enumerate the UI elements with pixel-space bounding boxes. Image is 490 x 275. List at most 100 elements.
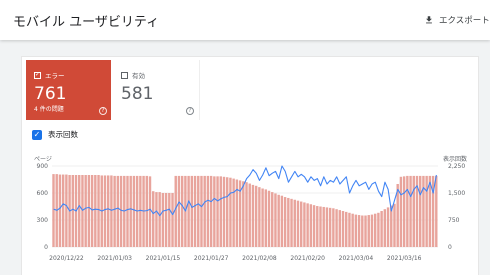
error-bar <box>290 198 293 247</box>
error-bar <box>129 175 132 247</box>
error-bar <box>222 176 226 247</box>
error-bar <box>155 192 158 247</box>
download-icon <box>426 16 432 24</box>
x-axis-tick: 2021/01/03 <box>97 255 132 262</box>
error-bar <box>370 214 374 247</box>
error-bar <box>71 175 75 247</box>
page-title: モバイル ユーザビリティ <box>13 15 160 30</box>
left-axis-tick: 900 <box>37 163 49 170</box>
error-bar <box>158 192 161 247</box>
error-bar <box>58 174 62 247</box>
report-card: ✓ エラー 761 4 件の問題 ? 有効 581 ? ✓ 表示回数 ページ 表… <box>22 57 478 275</box>
error-bar <box>335 209 338 247</box>
error-bar <box>274 193 277 247</box>
error-bar <box>148 176 152 247</box>
x-axis-tick: 2020/12/22 <box>49 255 84 262</box>
error-bar <box>312 205 316 247</box>
error-bar <box>245 182 248 247</box>
error-bar <box>132 175 136 247</box>
error-bar <box>193 175 197 247</box>
error-bar <box>197 175 200 247</box>
error-bar <box>393 203 396 247</box>
error-bar <box>213 176 216 247</box>
error-bar <box>103 175 107 247</box>
error-trend-chart: ページ 表示回数 0 300 600 900 0 750 1,500 2,250 2020/12… <box>34 155 467 262</box>
error-bar <box>190 175 194 247</box>
error-bar <box>161 193 165 247</box>
error-bar <box>306 203 309 247</box>
error-bar <box>168 193 171 247</box>
error-bar <box>209 175 213 247</box>
error-bar <box>180 175 184 247</box>
error-bar <box>409 175 412 247</box>
error-bar <box>412 175 415 247</box>
error-bar <box>113 175 116 247</box>
x-axis-tick: 2021/01/27 <box>194 255 229 262</box>
error-bar <box>287 197 290 247</box>
error-bar <box>242 181 245 247</box>
error-bar <box>65 174 68 247</box>
error-bar <box>119 175 123 247</box>
error-bar <box>251 184 255 247</box>
error-bar <box>78 175 81 247</box>
error-bar <box>338 210 341 247</box>
error-bar <box>309 204 313 247</box>
error-bar <box>177 175 181 247</box>
error-bar <box>351 213 354 247</box>
error-bar <box>399 176 403 247</box>
error-bar <box>386 207 390 247</box>
error-bar <box>145 175 148 247</box>
error-bar <box>361 215 364 247</box>
error-bar <box>328 207 332 247</box>
left-axis-tick: 0 <box>44 244 48 251</box>
error-bar <box>267 190 271 247</box>
error-bar <box>380 211 383 247</box>
error-bar <box>390 205 393 247</box>
error-bar <box>332 208 335 247</box>
error-bar <box>81 175 84 247</box>
left-axis-label: ページ <box>34 156 52 163</box>
error-bar <box>319 206 322 247</box>
error-bar <box>322 206 325 247</box>
error-bar <box>164 193 168 247</box>
error-bar <box>280 195 284 247</box>
error-bar <box>419 175 422 247</box>
error-bar <box>425 175 428 247</box>
error-bar <box>229 177 232 247</box>
error-bar <box>94 175 97 247</box>
error-bar <box>435 175 438 247</box>
error-bar <box>206 175 210 247</box>
error-bar <box>219 176 222 247</box>
right-axis-tick: 1,500 <box>448 190 465 197</box>
error-bar <box>299 201 303 247</box>
error-bar <box>345 211 348 247</box>
error-bar <box>226 177 229 247</box>
error-bar <box>354 214 358 247</box>
left-axis-tick: 600 <box>37 190 49 197</box>
error-bar <box>90 175 94 247</box>
error-bar <box>203 175 206 247</box>
error-bar <box>106 175 110 247</box>
error-bar <box>248 183 251 247</box>
error-bar <box>348 212 351 247</box>
error-bar <box>364 215 367 247</box>
error-bar <box>126 175 129 247</box>
error-bar <box>422 175 425 247</box>
x-axis-tick: 2021/03/04 <box>339 255 374 262</box>
right-axis-tick: 750 <box>448 217 460 224</box>
x-axis-tick: 2021/03/16 <box>387 255 422 262</box>
error-bar <box>171 193 174 247</box>
error-bar <box>367 215 370 247</box>
error-bar <box>277 194 280 247</box>
error-bar <box>216 176 219 247</box>
error-bar <box>357 215 361 247</box>
export-label: エクスポート <box>439 16 490 26</box>
error-bar <box>200 175 203 247</box>
error-bar <box>296 200 300 247</box>
x-axis-tick: 2021/02/20 <box>290 255 325 262</box>
error-bar <box>293 199 296 247</box>
left-axis-tick: 300 <box>37 217 49 224</box>
export-button[interactable]: エクスポート <box>424 10 490 30</box>
error-bar <box>316 206 319 247</box>
error-bar <box>152 191 155 247</box>
